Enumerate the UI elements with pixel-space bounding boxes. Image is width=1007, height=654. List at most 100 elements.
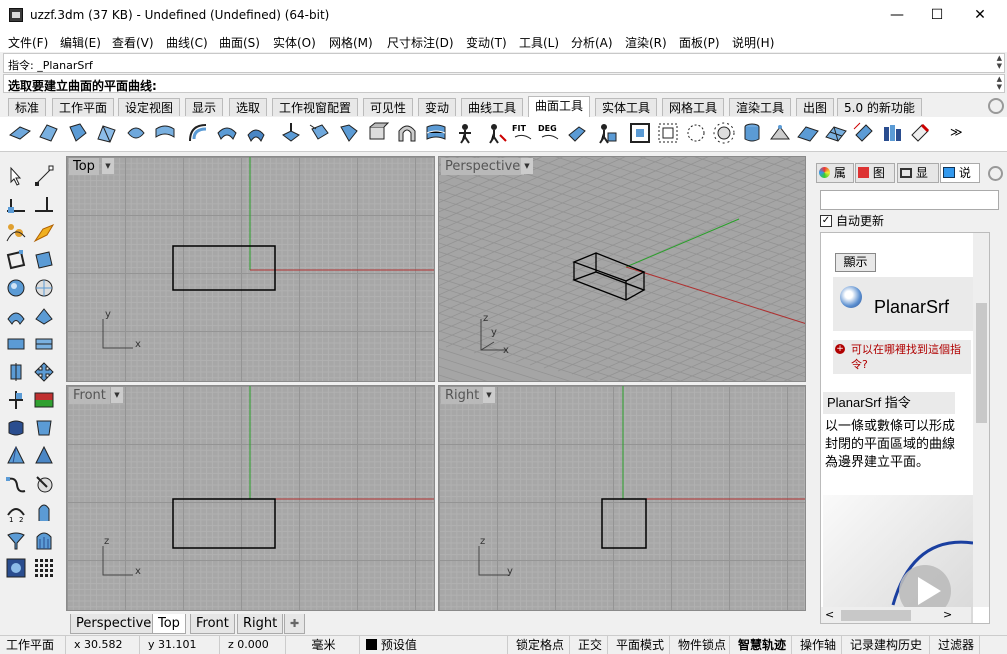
move-icon[interactable] <box>5 361 27 383</box>
tab-visibility[interactable]: 可见性 <box>363 98 414 116</box>
menu-dimension[interactable]: 尺寸标注(D) <box>387 34 454 51</box>
tab-transform[interactable]: 变动 <box>418 98 457 116</box>
dimension-icon[interactable]: 12 <box>5 501 27 523</box>
vp-tab-front[interactable]: Front <box>190 614 235 634</box>
status-cplane[interactable]: 工作平面 <box>0 636 66 654</box>
status-osnap[interactable]: 物件锁点 <box>672 636 730 654</box>
panel-tab-properties[interactable]: 属 <box>816 163 854 183</box>
extend-surface-icon[interactable] <box>308 121 332 145</box>
chevron-left-icon[interactable]: < <box>825 608 834 621</box>
network-surface-icon[interactable] <box>95 121 119 145</box>
toolbar-more-button[interactable]: ≫ <box>950 125 963 139</box>
render-color-icon[interactable] <box>33 389 55 411</box>
box-front-outline[interactable] <box>172 498 276 549</box>
ellipse-icon[interactable] <box>5 277 27 299</box>
menu-transform[interactable]: 变动(T) <box>466 34 507 51</box>
curve-cv-icon[interactable] <box>5 221 27 243</box>
shrink-trimmed-icon[interactable] <box>594 121 618 145</box>
status-grid-snap[interactable]: 锁定格点 <box>510 636 570 654</box>
solid-cylinder-icon[interactable] <box>33 417 55 439</box>
viewport-title-perspective[interactable]: Perspective <box>441 158 525 175</box>
change-degree-icon[interactable] <box>484 121 508 145</box>
scroll-thumb[interactable] <box>976 303 987 423</box>
menu-tools[interactable]: 工具(L) <box>519 34 559 51</box>
interpolate-curve-icon[interactable] <box>33 221 55 243</box>
minimize-button[interactable]: — <box>877 0 917 31</box>
extrude-icon[interactable] <box>33 333 55 355</box>
vp-tab-perspective[interactable]: Perspective <box>70 614 158 634</box>
pyramid-icon[interactable] <box>33 445 55 467</box>
menu-view[interactable]: 查看(V) <box>112 34 154 51</box>
history-scroll-arrows[interactable]: ▲ ▼ <box>997 54 1002 70</box>
vp-tab-right[interactable]: Right <box>237 614 284 634</box>
isocurve-icon[interactable] <box>768 121 792 145</box>
auto-update-row[interactable]: ✓ 自动更新 <box>820 213 1000 231</box>
light-icon[interactable] <box>5 529 27 551</box>
box-right-outline[interactable] <box>601 498 647 549</box>
viewport-title-right[interactable]: Right <box>441 387 484 404</box>
edge-surface-icon[interactable] <box>37 121 61 145</box>
tab-standard[interactable]: 标准 <box>8 98 47 116</box>
rebuild-surface-icon[interactable] <box>455 121 479 145</box>
fillet-icon[interactable] <box>5 473 27 495</box>
status-planar[interactable]: 平面模式 <box>610 636 670 654</box>
panel-tab-display[interactable]: 显 <box>897 163 939 183</box>
chevron-down-icon[interactable]: ▼ <box>483 387 495 403</box>
viewport-top[interactable]: y x Top ▼ <box>66 156 435 382</box>
delete-hole-icon[interactable] <box>908 121 932 145</box>
menu-help[interactable]: 说明(H) <box>732 34 774 51</box>
tab-select[interactable]: 选取 <box>229 98 268 116</box>
cylinder-icon[interactable] <box>740 121 764 145</box>
texture-icon[interactable] <box>5 557 27 579</box>
menu-solid[interactable]: 实体(O) <box>273 34 316 51</box>
close-button[interactable]: ✕ <box>960 0 1000 31</box>
sweep2-icon[interactable] <box>215 121 239 145</box>
status-filter[interactable]: 过滤器 <box>932 636 980 654</box>
dupborder-icon[interactable] <box>880 121 904 145</box>
drape-icon[interactable] <box>852 121 876 145</box>
rebuild-edges-icon[interactable] <box>712 121 736 145</box>
line-icon[interactable] <box>5 193 27 215</box>
mesh-object-icon[interactable] <box>33 529 55 551</box>
menu-curve[interactable]: 曲线(C) <box>166 34 208 51</box>
menu-mesh[interactable]: 网格(M) <box>329 34 373 51</box>
box-icon[interactable] <box>5 333 27 355</box>
maximize-button[interactable]: ☐ <box>917 0 957 31</box>
tab-new-in-v5[interactable]: 5.0 的新功能 <box>837 98 922 116</box>
chevron-down-icon[interactable]: ▼ <box>521 158 533 174</box>
fit-surface-icon[interactable]: FIT <box>511 121 535 145</box>
match-surface-icon[interactable] <box>424 121 448 145</box>
status-history[interactable]: 记录建构历史 <box>844 636 930 654</box>
boolean-icon[interactable] <box>33 473 55 495</box>
help-search-input[interactable] <box>820 190 999 210</box>
tab-render-tools[interactable]: 渲染工具 <box>729 98 792 116</box>
tab-viewport-layout[interactable]: 工作视窗配置 <box>272 98 359 116</box>
show-button[interactable]: 顯示 <box>835 253 876 272</box>
menu-render[interactable]: 渲染(R) <box>625 34 667 51</box>
menu-panels[interactable]: 面板(P) <box>679 34 720 51</box>
box-curve-wireframe[interactable] <box>572 252 646 301</box>
sphere-icon[interactable] <box>33 277 55 299</box>
chevron-right-icon[interactable]: > <box>943 608 952 621</box>
rectangle-curve[interactable] <box>172 245 276 291</box>
status-smarttrack[interactable]: 智慧轨迹 <box>732 636 792 654</box>
status-layer[interactable]: 预设值 <box>362 636 508 654</box>
viewport-right[interactable]: z y Right ▼ <box>438 385 806 611</box>
plane-surface-icon[interactable] <box>8 121 32 145</box>
menu-surface[interactable]: 曲面(S) <box>219 34 260 51</box>
tab-curve-tools[interactable]: 曲线工具 <box>461 98 524 116</box>
status-ortho[interactable]: 正交 <box>572 636 608 654</box>
polygon-icon[interactable] <box>33 305 55 327</box>
cone-icon[interactable] <box>5 445 27 467</box>
patch-icon[interactable] <box>124 121 148 145</box>
show-edges-icon[interactable] <box>684 121 708 145</box>
heightfield-icon[interactable] <box>824 121 848 145</box>
status-units[interactable]: 毫米 <box>288 636 360 654</box>
vp-tab-top[interactable]: Top <box>152 614 186 634</box>
help-video-thumbnail[interactable] <box>823 495 974 623</box>
loft-icon[interactable] <box>153 121 177 145</box>
tab-surface-tools[interactable]: 曲面工具 <box>528 96 591 117</box>
status-gumball[interactable]: 操作轴 <box>794 636 842 654</box>
fillet-surface-icon[interactable] <box>337 121 361 145</box>
rotate-icon[interactable] <box>33 361 55 383</box>
